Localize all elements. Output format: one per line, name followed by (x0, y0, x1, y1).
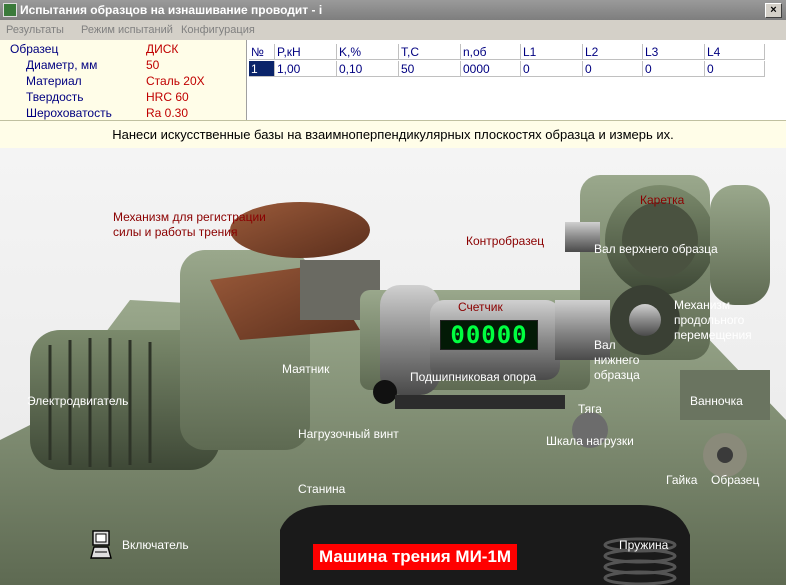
results-table: № P,кН K,% T,C n,об L1 L2 L3 L4 1 1,00 0… (246, 40, 786, 120)
label-carriage[interactable]: Каретка (640, 193, 684, 207)
menu-bar: Результаты Режим испытаний Конфигурация (0, 20, 786, 40)
instruction-text: Нанеси искусственные базы на взаимноперп… (0, 120, 786, 149)
col-header-l4[interactable]: L4 (705, 44, 765, 60)
hardness-label: Твердость (26, 90, 84, 104)
label-tray[interactable]: Ванночка (690, 394, 743, 408)
machine-name-banner: Машина трения МИ-1М (313, 544, 518, 570)
table-cell[interactable]: 0 (643, 61, 705, 77)
material-value: Сталь 20Х (146, 74, 205, 88)
menu-test-mode[interactable]: Режим испытаний (81, 24, 173, 36)
table-cell[interactable]: 0,10 (337, 61, 399, 77)
label-load-scale[interactable]: Шкала нагрузки (546, 434, 634, 448)
label-rod[interactable]: Тяга (578, 402, 602, 416)
sample-value: ДИСК (146, 42, 179, 56)
label-switch[interactable]: Включатель (122, 538, 189, 552)
col-header-temp[interactable]: T,C (399, 44, 461, 60)
title-bar: Испытания образцов на изнашивание провод… (0, 0, 786, 20)
table-cell[interactable]: 1 (249, 61, 275, 77)
sample-info-panel: Образец ДИСК Диаметр, мм 50 Материал Ста… (0, 40, 246, 120)
col-header-l2[interactable]: L2 (583, 44, 643, 60)
label-counter[interactable]: Счетчик (458, 300, 503, 314)
table-cell[interactable]: 0000 (461, 61, 521, 77)
roughness-label: Шероховатость (26, 106, 112, 120)
label-electric-motor[interactable]: Электродвигатель (27, 394, 128, 408)
label-longitudinal-mechanism[interactable]: Механизм продольного перемещения (674, 298, 752, 343)
col-header-revs[interactable]: n,об (461, 44, 521, 60)
col-header-number[interactable]: № (249, 44, 275, 60)
roughness-value: Ra 0.30 (146, 106, 189, 120)
col-header-load[interactable]: P,кН (275, 44, 337, 60)
window-title: Испытания образцов на изнашивание провод… (20, 3, 323, 17)
close-button[interactable]: × (765, 3, 782, 18)
menu-results[interactable]: Результаты (6, 24, 64, 36)
col-header-l1[interactable]: L1 (521, 44, 583, 60)
app-icon (3, 3, 17, 17)
label-sample[interactable]: Образец (711, 473, 759, 487)
computer-switch-icon[interactable] (89, 530, 113, 560)
table-cell[interactable]: 0 (521, 61, 583, 77)
label-load-screw[interactable]: Нагрузочный винт (298, 427, 399, 441)
machine-photo: 00000 Механизм для регистрации силы и ра… (0, 148, 786, 585)
label-bearing-support[interactable]: Подшипниковая опора (410, 370, 536, 384)
table-cell[interactable]: 0 (583, 61, 643, 77)
label-upper-shaft[interactable]: Вал верхнего образца (594, 242, 718, 256)
col-header-slip[interactable]: K,% (337, 44, 399, 60)
col-header-l3[interactable]: L3 (643, 44, 705, 60)
table-cell[interactable]: 1,00 (275, 61, 337, 77)
label-nut[interactable]: Гайка (666, 473, 697, 487)
label-frame[interactable]: Станина (298, 482, 345, 496)
diameter-label: Диаметр, мм (26, 58, 98, 72)
hardness-value: HRC 60 (146, 90, 189, 104)
table-cell[interactable]: 50 (399, 61, 461, 77)
label-pendulum[interactable]: Маятник (282, 362, 329, 376)
material-label: Материал (26, 74, 82, 88)
sample-label: Образец (10, 42, 59, 56)
label-lower-shaft[interactable]: Вал нижнего образца (594, 338, 640, 383)
label-friction-mechanism[interactable]: Механизм для регистрации силы и работы т… (113, 210, 266, 240)
diameter-value: 50 (146, 58, 160, 72)
menu-configuration[interactable]: Конфигурация (181, 24, 255, 36)
label-spring[interactable]: Пружина (619, 538, 668, 552)
table-cell[interactable]: 0 (705, 61, 765, 77)
label-counter-sample[interactable]: Контробразец (466, 234, 544, 248)
counter-display: 00000 (440, 320, 538, 350)
